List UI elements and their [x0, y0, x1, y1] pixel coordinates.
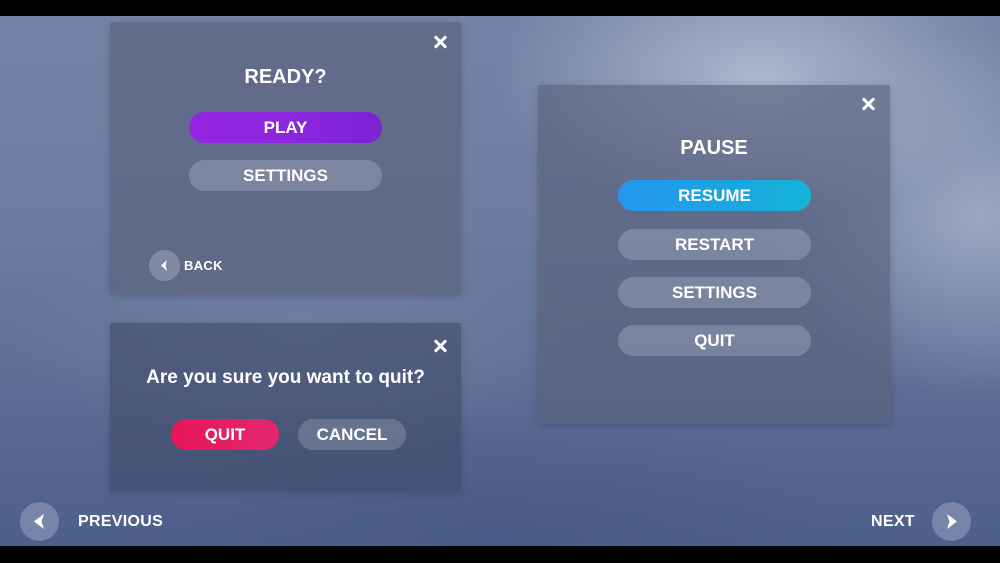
chevron-left-icon	[34, 514, 44, 529]
ready-panel: READY? PLAY SETTINGS BACK	[110, 22, 461, 294]
quit-confirm-button[interactable]: QUIT	[171, 419, 279, 450]
pause-quit-button[interactable]: QUIT	[618, 325, 811, 356]
resume-button[interactable]: RESUME	[618, 180, 811, 211]
next-label[interactable]: NEXT	[871, 513, 915, 531]
pause-title: PAUSE	[680, 137, 748, 159]
back-button[interactable]	[149, 250, 180, 281]
close-icon[interactable]	[433, 339, 447, 353]
back-label[interactable]: BACK	[184, 258, 223, 273]
close-icon[interactable]	[433, 35, 447, 49]
cancel-button[interactable]: CANCEL	[298, 419, 406, 450]
play-button[interactable]: PLAY	[189, 112, 382, 143]
quit-confirm-panel: Are you sure you want to quit? QUIT CANC…	[110, 323, 461, 491]
settings-button[interactable]: SETTINGS	[189, 160, 382, 191]
chevron-left-icon	[161, 260, 167, 271]
previous-label[interactable]: PREVIOUS	[78, 513, 163, 531]
pause-settings-button[interactable]: SETTINGS	[618, 277, 811, 308]
restart-button[interactable]: RESTART	[618, 229, 811, 260]
close-icon[interactable]	[861, 97, 875, 111]
quit-confirm-message: Are you sure you want to quit?	[146, 367, 425, 388]
chevron-right-icon	[947, 514, 957, 529]
next-button[interactable]	[932, 502, 971, 541]
game-menu-background: READY? PLAY SETTINGS BACK Are you sure y…	[0, 16, 1000, 546]
pause-panel: PAUSE RESUME RESTART SETTINGS QUIT	[538, 85, 890, 424]
previous-button[interactable]	[20, 502, 59, 541]
ready-title: READY?	[244, 66, 327, 88]
